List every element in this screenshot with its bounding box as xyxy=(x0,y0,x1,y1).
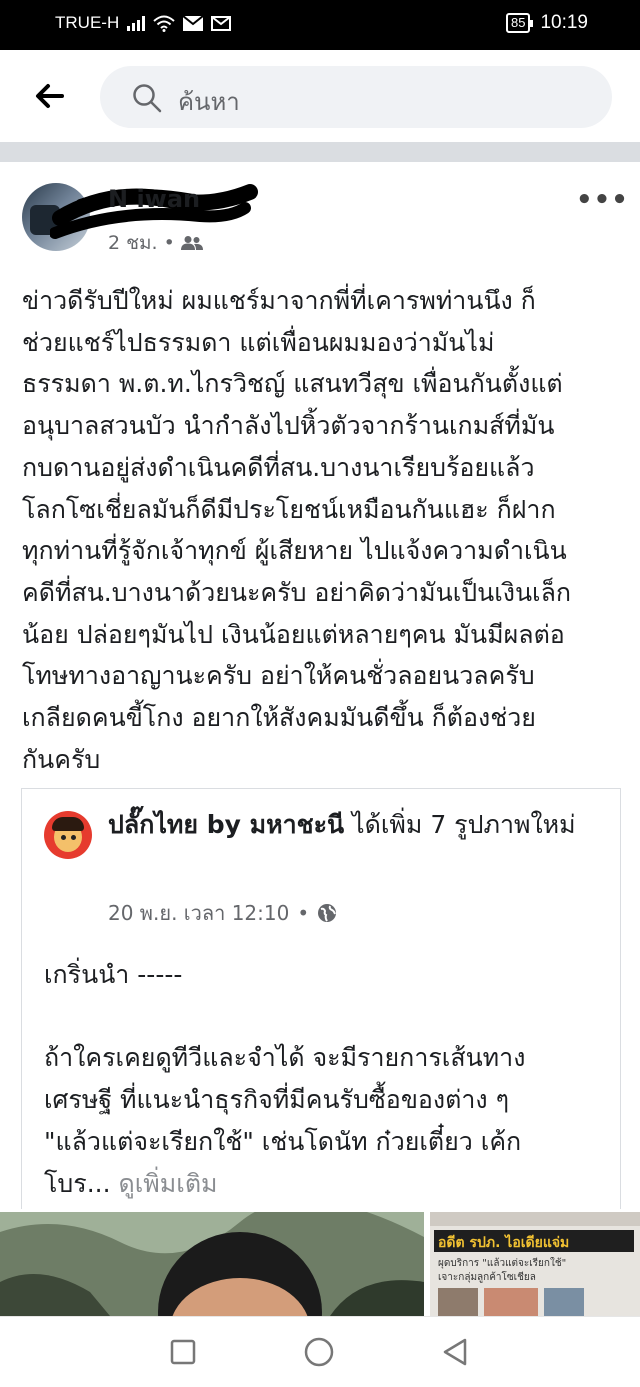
status-right: 85 10:19 xyxy=(505,12,588,34)
search-header: ค้นหา xyxy=(0,50,640,142)
wifi-icon xyxy=(153,15,175,32)
globe-icon xyxy=(318,904,337,922)
shared-text: เกริ่นนำ ----- ถ้าใครเคยดูทีวีและจำได้ จ… xyxy=(44,954,604,1204)
see-more-link[interactable]: ดูเพิ่มเติม xyxy=(119,1169,218,1198)
section-divider xyxy=(0,142,640,162)
newspaper-photo-c xyxy=(544,1288,584,1316)
status-bar: TRUE-H 85 10:19 xyxy=(0,0,640,50)
shared-meta: 20 พ.ย. เวลา 12:10 • xyxy=(108,897,337,929)
shared-action: ได้เพิ่ม 7 รูปภาพใหม่ xyxy=(344,810,576,839)
carrier-label: TRUE-H xyxy=(55,13,120,32)
square-recents-icon[interactable] xyxy=(170,1339,196,1365)
mail-icon-2 xyxy=(211,15,232,31)
logo-eye-right xyxy=(71,835,76,840)
author-name[interactable]: N iwan xyxy=(108,185,200,213)
newspaper-photo-b xyxy=(484,1288,538,1316)
system-nav-bar xyxy=(0,1316,640,1387)
search-input[interactable]: ค้นหา xyxy=(100,66,612,128)
meta-dot: • xyxy=(297,901,310,925)
more-options-icon[interactable]: ••• xyxy=(576,185,629,215)
newspaper-headline: อดีต รปภ. ไอเดียแจ่ม xyxy=(438,1235,570,1251)
logo-eye-left xyxy=(61,835,66,840)
photo-scene xyxy=(0,1212,424,1316)
newspaper-subline-1: ผุดบริการ "แล้วแต่จะเรียกใช้" xyxy=(438,1258,567,1269)
search-icon xyxy=(133,84,162,113)
shared-body: เกริ่นนำ ----- ถ้าใครเคยดูทีวีและจำได้ จ… xyxy=(44,960,526,1198)
post-time[interactable]: 2 ชม. xyxy=(108,228,158,258)
signal-icon xyxy=(127,15,146,31)
post-meta: 2 ชม. • xyxy=(108,228,203,258)
search-placeholder: ค้นหา xyxy=(178,88,240,116)
post-text: ข่าวดีรับปีใหม่ ผมแชร์มาจากพี่ที่เคารพท่… xyxy=(22,286,572,774)
triangle-back-icon[interactable] xyxy=(440,1337,470,1367)
mail-icon xyxy=(183,15,204,31)
logo-hair xyxy=(52,817,84,831)
circle-home-icon[interactable] xyxy=(304,1337,334,1367)
battery-icon: 85 xyxy=(505,13,534,33)
newspaper-masthead xyxy=(430,1212,640,1226)
newspaper-photo-a xyxy=(438,1288,478,1316)
shared-header: ปลั๊กไทย by มหาชะนี ได้เพิ่ม 7 รูปภาพใหม… xyxy=(108,807,588,843)
meta-dot: • xyxy=(163,232,175,254)
shared-page-name[interactable]: ปลั๊กไทย by มหาชะนี xyxy=(108,810,344,839)
newspaper-subline-2: เจาะกลุ่มลูกค้าโซเชียล xyxy=(438,1272,536,1283)
friends-icon xyxy=(180,236,203,250)
clock: 10:19 xyxy=(540,12,588,33)
shared-post-card[interactable]: ปลั๊กไทย by มหาชะนี ได้เพิ่ม 7 รูปภาพใหม… xyxy=(21,788,621,1209)
photo-thumbnail-1[interactable] xyxy=(0,1212,424,1316)
status-left: TRUE-H xyxy=(55,13,232,33)
back-arrow-icon[interactable] xyxy=(32,78,68,114)
photo-thumbnail-2[interactable]: อดีต รปภ. ไอเดียแจ่ม ผุดบริการ "แล้วแต่จ… xyxy=(430,1212,640,1316)
page-logo[interactable] xyxy=(44,811,92,859)
shared-date[interactable]: 20 พ.ย. เวลา 12:10 xyxy=(108,897,289,929)
